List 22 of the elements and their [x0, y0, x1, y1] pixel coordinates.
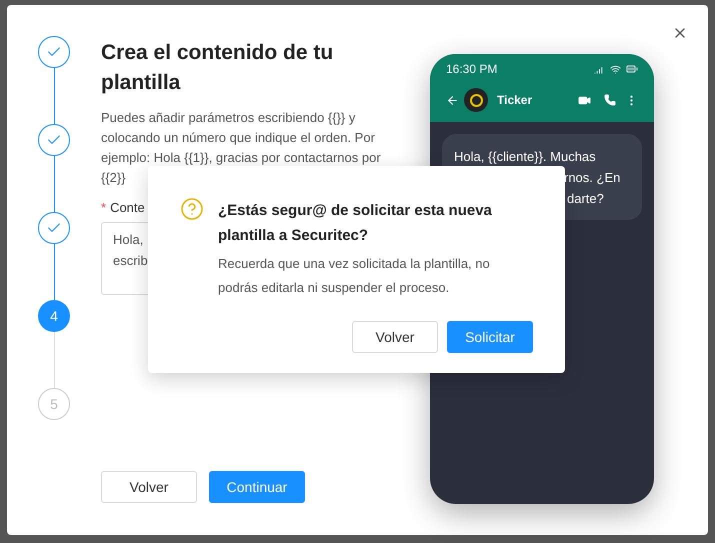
phone-call-icon[interactable]: [604, 94, 616, 106]
message-text: Hola, {{cliente}}. Muchas: [454, 148, 596, 166]
dialog-message: Recuerda que una vez solicitada la plantilla, no podrás editarla ni suspender el proceso.: [218, 255, 491, 297]
message-text: rnos. ¿En: [564, 169, 620, 187]
required-mark: *: [101, 199, 106, 217]
wifi-icon: [610, 64, 621, 74]
description-text: Puedes añadir parámetros escribiendo {{}} y colocando un número que indique el orden. Por ejemplo: Hola {{1}}, gracias por contactarnos por {{2}}: [101, 109, 382, 187]
contact-name: Ticker: [497, 92, 534, 109]
message-text: darte?: [567, 190, 604, 208]
back-button[interactable]: Volver: [352, 321, 438, 353]
step-number: 4: [38, 300, 70, 332]
video-call-icon[interactable]: [578, 94, 591, 106]
field-label: Conte: [110, 199, 145, 217]
question-icon: [180, 197, 204, 221]
back-button[interactable]: Volver: [101, 471, 197, 503]
step-number: 5: [38, 388, 70, 420]
page-title: Crea el contenido de tu plantilla: [101, 40, 334, 96]
status-time: 16:30 PM: [446, 61, 498, 78]
battery-icon: [626, 63, 638, 75]
back-arrow-icon[interactable]: [446, 94, 459, 106]
avatar-icon: [464, 88, 488, 112]
dialog-title: ¿Estás segur@ de solicitar esta nueva plantilla a Securitec?: [218, 201, 493, 246]
